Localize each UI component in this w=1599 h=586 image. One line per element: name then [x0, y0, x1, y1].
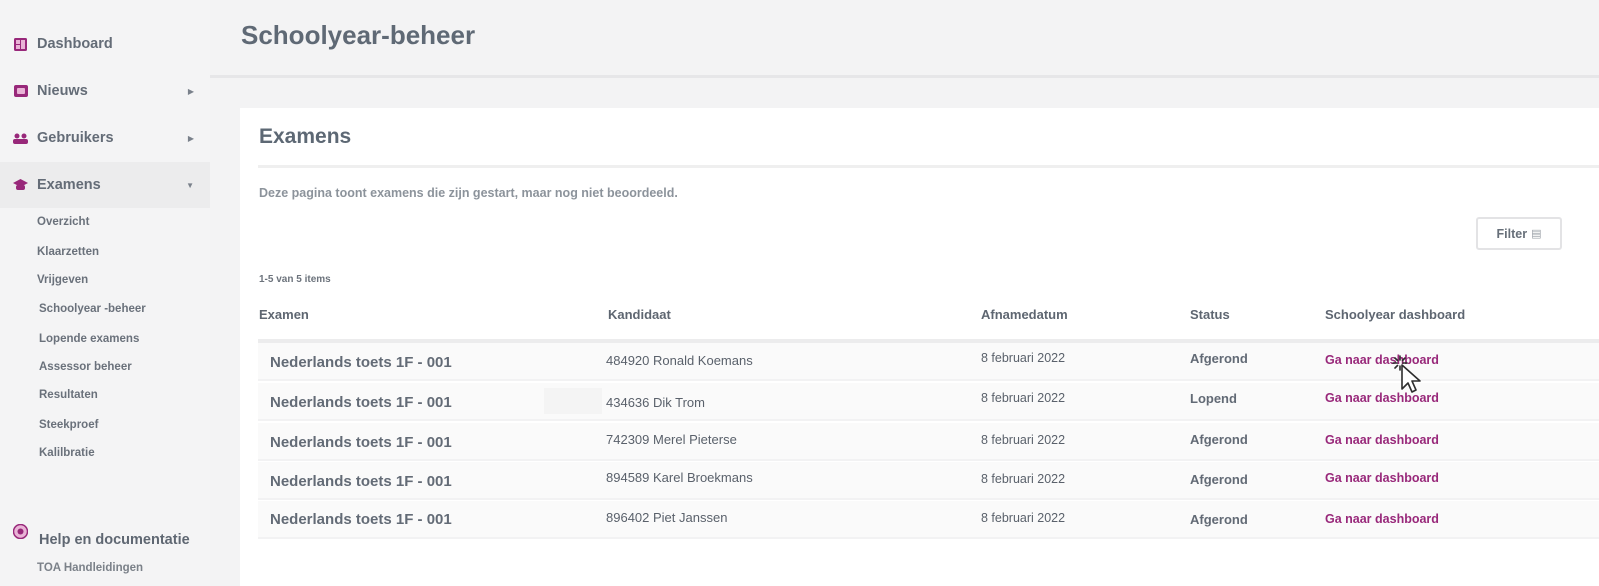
status-text: Afgerond	[1190, 472, 1248, 487]
manuals-link[interactable]: TOA Handleidingen	[37, 562, 143, 574]
sidebar-item-label: Dashboard	[37, 36, 113, 52]
sidebar-item-label: Gebruikers	[37, 130, 114, 146]
table-row: Nederlands toets 1F - 001 894589 Karel B…	[258, 462, 1599, 500]
help-link[interactable]: Help en documentatie	[39, 532, 190, 548]
help-icon	[13, 524, 28, 539]
users-icon	[13, 131, 28, 146]
sidebar: Dashboard Nieuws ▶ Gebruikers ▶ Examens …	[0, 0, 210, 586]
column-header-exam[interactable]: Examen	[259, 307, 309, 322]
page-title: Schoolyear-beheer	[241, 20, 476, 50]
sidebar-subitem-steekproef[interactable]: Steekproef	[39, 419, 98, 431]
sidebar-subitem-resultaten[interactable]: Resultaten	[39, 389, 98, 401]
status-text: Lopend	[1190, 391, 1237, 406]
news-icon	[13, 84, 28, 99]
exam-date: 8 februari 2022	[981, 511, 1066, 525]
dashboard-link[interactable]: Ga naar dashboard	[1325, 471, 1439, 485]
card-description: Deze pagina toont examens die zijn gesta…	[259, 186, 678, 200]
exam-name: Nederlands toets 1F - 001	[270, 511, 452, 528]
candidate: 896402 Piet Janssen	[606, 510, 728, 525]
sidebar-subitem-assessor-beheer[interactable]: Assessor beheer	[39, 361, 132, 373]
chevron-right-icon: ▶	[187, 86, 194, 96]
filter-button[interactable]: Filter ▤	[1476, 217, 1562, 250]
candidate: 484920 Ronald Koemans	[606, 353, 753, 368]
items-count: 1-5 van 5 items	[259, 274, 331, 285]
status-text: Afgerond	[1190, 351, 1248, 366]
dashboard-link[interactable]: Ga naar dashboard	[1325, 433, 1439, 447]
candidate: 894589 Karel Broekmans	[606, 470, 753, 485]
placeholder-block	[544, 388, 602, 414]
exams-card: Examens Deze pagina toont examens die zi…	[240, 108, 1599, 586]
exam-date: 8 februari 2022	[981, 472, 1066, 486]
column-header-date[interactable]: Afnamedatum	[981, 307, 1068, 322]
exam-name: Nederlands toets 1F - 001	[270, 354, 452, 371]
exam-date: 8 februari 2022	[981, 433, 1066, 447]
column-header-status[interactable]: Status	[1190, 307, 1230, 322]
sidebar-subitem-lopende-examens[interactable]: Lopende examens	[39, 333, 139, 345]
sidebar-subitem-vrijgeven[interactable]: Vrijgeven	[37, 274, 88, 286]
sidebar-subitem-kalibratie[interactable]: Kalilbratie	[39, 447, 95, 459]
chevron-down-icon: ▼	[186, 180, 194, 190]
divider	[258, 165, 1599, 168]
dashboard-icon	[13, 37, 28, 52]
chevron-right-icon: ▶	[187, 133, 194, 143]
sidebar-item-nieuws[interactable]: Nieuws ▶	[0, 68, 210, 114]
exam-date: 8 februari 2022	[981, 351, 1066, 365]
table-row: Nederlands toets 1F - 001 896402 Piet Ja…	[258, 501, 1599, 539]
sidebar-item-dashboard[interactable]: Dashboard	[0, 21, 210, 67]
sidebar-subitem-klaarzetten[interactable]: Klaarzetten	[37, 246, 99, 258]
status-text: Afgerond	[1190, 432, 1248, 447]
filter-label: Filter	[1496, 226, 1528, 241]
column-header-candidate[interactable]: Kandidaat	[608, 307, 671, 322]
card-title: Examens	[259, 125, 352, 148]
candidate: 434636 Dik Trom	[606, 395, 705, 410]
exam-name: Nederlands toets 1F - 001	[270, 473, 452, 490]
table-row: Nederlands toets 1F - 001 742309 Merel P…	[258, 423, 1599, 461]
exam-icon	[13, 178, 28, 193]
sidebar-item-label: Nieuws	[37, 83, 88, 99]
status-text: Afgerond	[1190, 512, 1248, 527]
column-header-dashboard[interactable]: Schoolyear dashboard	[1325, 307, 1465, 322]
sidebar-subitem-schoolyear-beheer[interactable]: Schoolyear -beheer	[39, 303, 146, 315]
sidebar-item-examens[interactable]: Examens ▼	[0, 162, 210, 208]
exam-date: 8 februari 2022	[981, 391, 1066, 405]
exam-name: Nederlands toets 1F - 001	[270, 434, 452, 451]
sidebar-item-label: Examens	[37, 177, 101, 193]
sidebar-item-gebruikers[interactable]: Gebruikers ▶	[0, 115, 210, 161]
candidate: 742309 Merel Pieterse	[606, 432, 737, 447]
dashboard-link[interactable]: Ga naar dashboard	[1325, 512, 1439, 526]
divider	[210, 75, 1599, 78]
filter-icon: ▤	[1531, 228, 1542, 240]
mouse-cursor-icon	[1392, 355, 1421, 393]
sidebar-subitem-overzicht[interactable]: Overzicht	[37, 216, 89, 228]
exam-name: Nederlands toets 1F - 001	[270, 394, 452, 411]
